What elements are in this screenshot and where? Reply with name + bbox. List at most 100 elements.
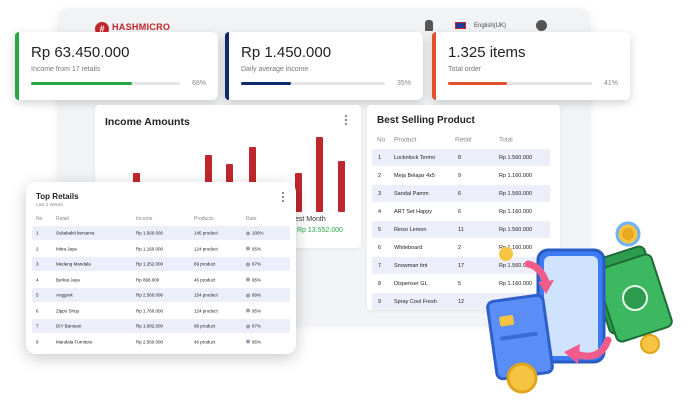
- income-bar[interactable]: [338, 161, 345, 212]
- col-rate: Rate: [246, 216, 257, 222]
- table-row[interactable]: 2 Meja Belajar 4x5 9 Rp 1.160.000: [372, 167, 550, 184]
- cell-no: 8: [36, 339, 39, 344]
- best-selling-header: No Product Retail Total: [367, 135, 560, 145]
- cell-no: 2: [36, 246, 39, 251]
- cell-no: 2: [378, 172, 382, 179]
- cell-products: 154 product: [194, 292, 218, 298]
- cell-retail: Anggrek: [56, 292, 73, 298]
- cell-retail: 9: [458, 172, 462, 179]
- cell-product: Spray Cool Fresh: [394, 298, 437, 305]
- cell-income: Rp 2.560.000: [136, 339, 164, 344]
- best-selling-title: Best Selling Product: [377, 115, 475, 126]
- topbar-actions: English(UK): [425, 20, 548, 31]
- cell-rate: 95%: [246, 277, 261, 282]
- cell-total: Rp 1.560.000: [499, 190, 533, 197]
- table-row[interactable]: 1 Locknlock Termo 8 Rp 1.560.000: [372, 149, 550, 166]
- cell-income: Rp 1.160.000: [136, 246, 164, 251]
- cell-income: Rp 1.560.000: [136, 230, 164, 236]
- cell-no: 7: [378, 262, 382, 269]
- table-row[interactable]: 4 Berkat Jaya Rp 868.000 46 product 95%: [32, 273, 290, 287]
- payment-illustration: [486, 221, 673, 394]
- cell-products: 46 product: [194, 277, 216, 282]
- table-row[interactable]: 2 Mitra Jaya Rp 1.160.000 124 product 95%: [32, 242, 290, 256]
- cell-products: 124 product: [194, 308, 218, 313]
- kpi-label: Total order: [448, 66, 482, 73]
- cell-products: 46 product: [194, 339, 216, 344]
- top-retails-title: Top Retails: [36, 192, 79, 201]
- bell-icon[interactable]: [425, 20, 433, 31]
- cell-no: 9: [378, 298, 382, 305]
- cell-products: 98 product: [194, 323, 216, 329]
- col-no: No: [377, 136, 386, 144]
- kpi-label: Daily average income: [241, 66, 309, 73]
- cell-products: 89 product: [194, 261, 216, 267]
- best-month-value: Rp 13.552.000: [297, 227, 343, 234]
- cell-product: Whiteboard: [394, 244, 423, 251]
- col-product: Product: [394, 136, 417, 144]
- cell-retail: Zippo Shop: [56, 308, 80, 313]
- table-row[interactable]: 3 Sandal Pamm 6 Rp 1.560.000: [372, 185, 550, 202]
- income-bar[interactable]: [295, 173, 302, 212]
- col-products: Products: [194, 216, 214, 222]
- cell-rate: 67%: [246, 324, 261, 329]
- cell-retail: 17: [458, 262, 465, 269]
- cell-products: 124 product: [194, 246, 218, 251]
- kpi-progress-track: [31, 82, 180, 85]
- cell-no: 4: [378, 208, 382, 215]
- table-row[interactable]: 1 Sukabakti bersama Rp 1.560.000 145 produc…: [32, 226, 290, 240]
- cell-retail: Berkat Jaya: [56, 277, 80, 282]
- cell-rate: 89%: [246, 293, 261, 298]
- table-row[interactable]: 7 DIY Bantuan Rp 1.682.000 98 product 67%: [32, 319, 290, 333]
- kpi-card-income[interactable]: Rp 63.450.000 Income from 17 retails 68%: [15, 32, 218, 100]
- cell-product: Meja Belajar 4x5: [394, 172, 435, 179]
- coin-icon-inner: [622, 228, 634, 240]
- cell-retail: 12: [458, 298, 465, 305]
- language-selector[interactable]: English(UK): [474, 23, 506, 29]
- more-options-icon[interactable]: [345, 115, 348, 125]
- cell-no: 5: [378, 226, 382, 233]
- best-month-label: est Month: [295, 216, 326, 223]
- table-row[interactable]: 3 Medang Mandala Rp 1.252.000 89 product 67%: [32, 257, 290, 271]
- cell-retail: Sukabakti bersama: [56, 230, 95, 236]
- cell-rate: 67%: [246, 262, 261, 267]
- cell-products: 145 product: [194, 230, 218, 236]
- income-bar[interactable]: [316, 137, 323, 212]
- col-no: No: [36, 216, 43, 222]
- cell-income: Rp 868.000: [136, 277, 160, 282]
- cell-no: 1: [378, 154, 382, 161]
- col-retail: Retail: [56, 216, 69, 222]
- coin-icon: [499, 247, 513, 261]
- cell-product: Dispenser GL: [394, 280, 428, 287]
- kpi-value: Rp 1.450.000: [241, 44, 332, 61]
- table-row[interactable]: 6 Zippo Shop Rp 1.760.000 124 product 95%: [32, 304, 290, 318]
- cell-retail: 8: [458, 154, 462, 161]
- kpi-label: Income from 17 retails: [31, 66, 101, 73]
- uk-flag-icon: [455, 22, 466, 29]
- rate-value: 95%: [252, 339, 262, 344]
- coin-icon: [506, 362, 538, 394]
- cell-no: 6: [36, 308, 39, 313]
- rate-value: 95%: [252, 246, 262, 251]
- col-retail: Retail: [455, 136, 472, 144]
- rate-value: 95%: [252, 277, 262, 282]
- rate-icon: [246, 262, 250, 267]
- cell-no: 3: [36, 261, 39, 267]
- col-total: Total: [499, 136, 513, 144]
- kpi-card-daily-average[interactable]: Rp 1.450.000 Daily average income 35%: [225, 32, 423, 100]
- table-row[interactable]: 8 Mandala Furniture Rp 2.560.000 46 product…: [32, 335, 290, 349]
- cell-income: Rp 1.252.000: [136, 261, 164, 267]
- kpi-progress-track: [448, 82, 592, 85]
- cell-product: Sandal Pamm: [394, 190, 429, 197]
- kpi-card-total-order[interactable]: 1.325 items Total order 41%: [432, 32, 630, 100]
- more-options-icon[interactable]: [282, 192, 285, 202]
- cell-income: Rp 1.760.000: [136, 308, 164, 313]
- kpi-progress-track: [241, 82, 385, 85]
- kpi-progress-fill: [448, 82, 508, 85]
- cell-retail: 6: [458, 190, 462, 197]
- cell-rate: 95%: [246, 308, 261, 313]
- user-avatar-icon[interactable]: [536, 20, 548, 31]
- kpi-value: 1.325 items: [448, 44, 526, 61]
- kpi-percent: 35%: [396, 80, 411, 87]
- cell-retail: 2: [458, 244, 462, 251]
- table-row[interactable]: 5 Anggrek Rp 2.560.000 154 product 89%: [32, 288, 290, 302]
